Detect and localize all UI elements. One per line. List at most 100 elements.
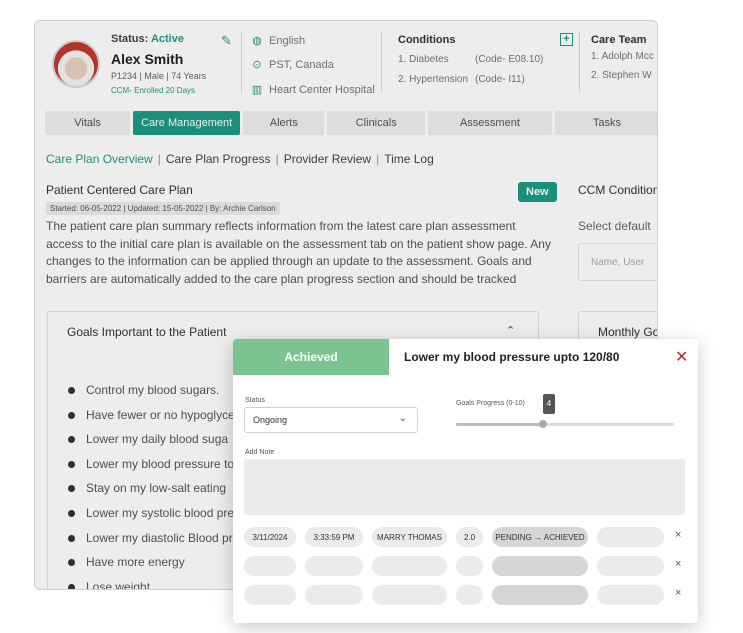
placeholder-pill: [372, 556, 447, 576]
goal-text: Lower my blood pressure to: [86, 457, 235, 471]
subnav-care-plan-overview[interactable]: Care Plan Overview: [46, 152, 153, 166]
ccm-select-label: Select default: [578, 219, 651, 233]
add-condition-icon[interactable]: +: [560, 33, 573, 46]
subnav-care-plan-progress[interactable]: Care Plan Progress: [166, 152, 271, 166]
bullet-icon: [68, 558, 75, 566]
close-icon[interactable]: ✕: [675, 347, 688, 367]
goal-item: Lower my blood pressure to: [68, 457, 234, 471]
placeholder-pill: [372, 585, 447, 605]
language-info: ◍ English: [251, 34, 306, 48]
condition-name: 2. Hypertension: [398, 74, 469, 85]
bullet-icon: [68, 484, 75, 492]
tab-care-management[interactable]: Care Management: [133, 111, 241, 135]
conditions-title: Conditions: [398, 34, 456, 46]
care-plan-description: The patient care plan summary reflects i…: [46, 219, 551, 286]
pencil-icon[interactable]: ✎: [221, 33, 232, 49]
goals-progress-slider[interactable]: [456, 420, 674, 428]
add-note-label: Add Note: [245, 449, 275, 456]
bullet-icon: [68, 435, 75, 443]
remove-row-icon[interactable]: ×: [675, 558, 681, 570]
goal-text: Control my blood sugars.: [86, 383, 220, 397]
goal-text: Lose weight: [86, 580, 151, 590]
modal-title: Lower my blood pressure upto 120/80: [404, 350, 620, 364]
placeholder-pill: [456, 585, 483, 605]
patient-name: Alex Smith: [111, 51, 184, 67]
enrolled-days: CCM- Enrolled 20 Days: [111, 86, 196, 95]
avatar: [52, 40, 100, 88]
condition-code: (Code- E08.10): [475, 54, 544, 65]
building-icon: ▥: [251, 84, 263, 96]
placeholder-pill: [305, 556, 363, 576]
log-user: MARRY THOMAS: [372, 527, 447, 547]
goals-progress-label: Goals Progress (0-10): [456, 400, 525, 407]
chevron-down-icon: ⌄: [398, 413, 407, 424]
subnav-time-log[interactable]: Time Log: [384, 152, 434, 166]
timezone-info: ⊙ PST, Canada: [251, 58, 333, 72]
placeholder-pill: [456, 556, 483, 576]
subnav-divider: |: [376, 152, 380, 166]
log-extra: [597, 527, 664, 547]
status-select-value: Ongoing: [253, 415, 288, 425]
status-select[interactable]: Ongoing ⌄: [244, 407, 418, 433]
status-label: Status: [245, 397, 265, 404]
goal-text: Lower my diastolic Blood pr: [86, 531, 233, 545]
goal-text: Stay on my low-salt eating: [86, 481, 227, 495]
goal-item: Lose weight: [68, 580, 151, 590]
patient-meta: P1234 | Male | 74 Years: [111, 71, 207, 81]
goal-item: Lower my diastolic Blood pr: [68, 531, 233, 545]
slider-fill: [456, 423, 544, 426]
goal-text: Lower my daily blood suga: [86, 432, 229, 446]
bullet-icon: [68, 509, 75, 517]
new-badge: New: [518, 182, 557, 202]
log-time: 3:33:59 PM: [305, 527, 363, 547]
slider-thumb[interactable]: [539, 420, 548, 428]
main-tabs: Vitals Care Management Alerts Clinicals …: [45, 111, 657, 135]
placeholder-pill: [305, 585, 363, 605]
ccm-conditions-title: CCM Condition: [578, 183, 658, 197]
care-plan-subnav: Care Plan Overview | Care Plan Progress …: [46, 152, 434, 166]
goal-item: Lower my daily blood suga: [68, 432, 228, 446]
hospital-value: Heart Center Hospital: [269, 83, 375, 96]
monthly-goals-title: Monthly Go: [598, 325, 658, 339]
achieved-tab[interactable]: Achieved: [233, 339, 389, 375]
condition-row: 1. Diabetes (Code- E08.10): [398, 54, 543, 65]
remove-row-icon[interactable]: ×: [675, 587, 681, 599]
placeholder-pill: [492, 585, 588, 605]
divider: [579, 31, 580, 93]
location-pin-icon: ⊙: [252, 59, 262, 71]
bullet-icon: [68, 411, 75, 419]
condition-row: 2. Hypertension (Code- I11): [398, 74, 525, 85]
care-plan-title: Patient Centered Care Plan: [46, 183, 193, 197]
tab-assessment[interactable]: Assessment: [427, 111, 552, 135]
goal-item: Have fewer or no hypoglyce: [68, 408, 235, 422]
care-team-title: Care Team: [591, 34, 647, 46]
bullet-icon: [68, 583, 75, 589]
bullet-icon: [68, 386, 75, 394]
subnav-provider-review[interactable]: Provider Review: [284, 152, 371, 166]
goals-progress-value: 4: [543, 394, 555, 414]
goal-text: Have fewer or no hypoglyce: [86, 408, 235, 422]
language-value: English: [269, 34, 306, 47]
tab-tasks[interactable]: Tasks: [554, 111, 657, 135]
tab-clinicals[interactable]: Clinicals: [327, 111, 425, 135]
log-date: 3/11/2024: [244, 527, 296, 547]
status-value: Active: [150, 33, 184, 45]
bullet-icon: [68, 460, 75, 468]
ccm-user-input[interactable]: Name, User: [578, 243, 657, 281]
goal-item: Stay on my low-salt eating: [68, 481, 226, 495]
goal-text: Have more energy: [86, 555, 185, 569]
placeholder-pill: [244, 585, 296, 605]
chevron-up-icon[interactable]: ⌃: [506, 324, 515, 337]
care-team-member: 2. Stephen W: [591, 70, 652, 81]
subnav-divider: |: [275, 152, 279, 166]
tab-alerts[interactable]: Alerts: [243, 111, 325, 135]
placeholder-pill: [597, 585, 664, 605]
placeholder-pill: [597, 556, 664, 576]
goal-item: Control my blood sugars.: [68, 383, 219, 397]
placeholder-pill: [492, 556, 588, 576]
tab-vitals[interactable]: Vitals: [45, 111, 131, 135]
add-note-textarea[interactable]: [244, 459, 685, 515]
hospital-info: ▥ Heart Center Hospital: [251, 83, 375, 97]
goals-title: Goals Important to the Patient: [67, 325, 227, 339]
remove-row-icon[interactable]: ×: [675, 529, 681, 541]
